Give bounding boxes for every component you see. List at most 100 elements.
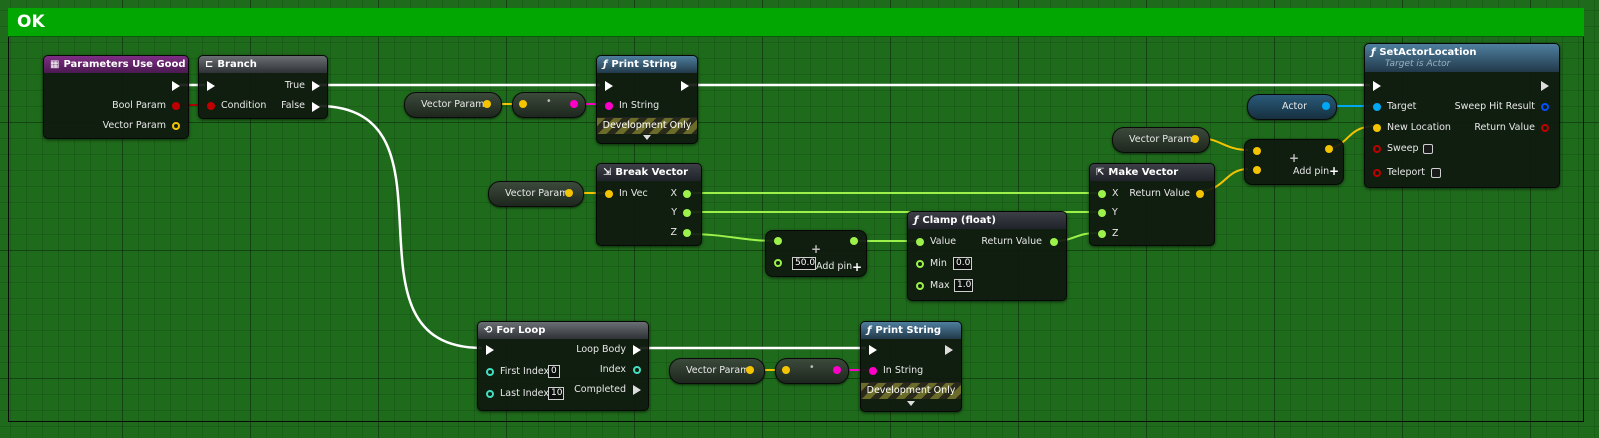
last-index-value[interactable]: 10 (548, 387, 564, 400)
event-node-parameters-use-good[interactable]: ▦ Parameters Use Good Bool Param Vector P… (43, 55, 189, 139)
vector-param-pin[interactable] (172, 122, 180, 130)
print-exec-in-pin[interactable] (605, 81, 613, 91)
make-z-pin[interactable] (1098, 230, 1106, 238)
add-vector-out-pin[interactable] (1325, 145, 1333, 153)
print-string-node[interactable]: ƒ Print String In String Development Only (596, 55, 698, 144)
vector-param-getter-label: Vector Param (421, 99, 485, 110)
teleport-pin[interactable] (1373, 169, 1381, 177)
completed-label: Completed (574, 384, 626, 395)
add-in-a-pin[interactable] (774, 237, 782, 245)
vector-param-out-pin[interactable] (1191, 135, 1199, 143)
make-x-pin[interactable] (1098, 190, 1106, 198)
add-pin-label[interactable]: Add pin (816, 261, 852, 273)
actor-variable-getter[interactable]: Actor (1247, 94, 1337, 120)
add-pin-plus-icon[interactable]: + (852, 261, 862, 273)
break-z-pin[interactable] (683, 229, 691, 237)
branch-false-pin[interactable] (312, 102, 320, 112)
new-location-pin[interactable] (1373, 124, 1381, 132)
break-vector-node[interactable]: ⇲ Break Vector In Vec X Y Z (596, 163, 702, 246)
print-in-string-pin[interactable] (869, 367, 877, 375)
set-actor-location-node[interactable]: ƒ SetActorLocation Target is Actor Target… (1364, 43, 1560, 188)
clamp-max-value[interactable]: 1.0 (954, 279, 973, 292)
clamp-min-pin[interactable] (916, 260, 924, 268)
vector-param-getter[interactable]: Vector Param (404, 92, 502, 118)
break-y-pin[interactable] (683, 209, 691, 217)
make-return-pin[interactable] (1196, 190, 1204, 198)
break-x-pin[interactable] (683, 190, 691, 198)
add-pin-label[interactable]: Add pin (1293, 166, 1329, 178)
clamp-value-pin[interactable] (916, 238, 924, 246)
loop-body-label: Loop Body (576, 344, 626, 355)
development-only-bar: Development Only (597, 117, 697, 134)
print-in-string-label: In String (883, 365, 924, 376)
clamp-max-pin[interactable] (916, 282, 924, 290)
conversion-out-pin[interactable] (570, 100, 578, 108)
print-exec-out-pin[interactable] (681, 81, 689, 91)
set-location-exec-out-pin[interactable] (1541, 81, 1549, 91)
vector-param-getter[interactable]: Vector Param (1112, 127, 1210, 153)
sweep-hit-result-pin[interactable] (1541, 103, 1549, 111)
vector-param-getter[interactable]: Vector Param (669, 358, 765, 384)
make-return-label: Return Value (1129, 188, 1190, 199)
add-out-pin[interactable] (850, 237, 858, 245)
first-index-value[interactable]: 0 (548, 365, 560, 378)
add-pin-plus-icon[interactable]: + (1329, 165, 1339, 177)
clamp-title: Clamp (float) (922, 215, 996, 226)
index-pin[interactable] (633, 366, 641, 374)
branch-true-pin[interactable] (312, 81, 320, 91)
add-in-b-pin[interactable] (774, 259, 782, 267)
make-vector-node[interactable]: ⇱ Make Vector X Return Value Y Z (1089, 163, 1215, 246)
for-loop-node[interactable]: ⟲ For Loop Loop Body First Index 0 Index … (477, 321, 649, 411)
vector-param-getter-label: Vector Param (1129, 134, 1193, 145)
print-string-node[interactable]: ƒ Print String In String Development Only (860, 321, 962, 412)
set-location-exec-in-pin[interactable] (1373, 81, 1381, 91)
print-exec-in-pin[interactable] (869, 345, 877, 355)
conversion-in-pin[interactable] (519, 100, 527, 108)
print-string-title: Print String (875, 325, 942, 336)
add-vector-node[interactable]: + Add pin + (1244, 139, 1344, 185)
clamp-max-label: Max (930, 280, 950, 291)
exec-out-pin[interactable] (172, 81, 180, 91)
branch-condition-pin[interactable] (207, 102, 215, 110)
teleport-checkbox[interactable] (1431, 168, 1441, 178)
vector-param-out-pin[interactable] (483, 100, 491, 108)
conversion-out-pin[interactable] (833, 366, 841, 374)
branch-node[interactable]: ⊏ Branch True Condition False (198, 55, 328, 119)
vector-param-getter[interactable]: Vector Param (488, 181, 584, 207)
vector-param-out-pin[interactable] (746, 366, 754, 374)
break-vector-title: Break Vector (615, 167, 689, 178)
add-vector-in-b-pin[interactable] (1253, 166, 1261, 174)
first-index-pin[interactable] (486, 368, 494, 376)
expand-arrow-icon[interactable] (907, 401, 915, 406)
make-y-pin[interactable] (1098, 209, 1106, 217)
clamp-min-value[interactable]: 0.0 (953, 257, 972, 270)
return-value-pin[interactable] (1541, 124, 1549, 132)
add-float-node[interactable]: + 50.0 Add pin + (765, 230, 867, 277)
bool-param-pin[interactable] (172, 102, 180, 110)
add-vector-in-a-pin[interactable] (1253, 147, 1261, 155)
conversion-in-pin[interactable] (782, 366, 790, 374)
actor-out-pin[interactable] (1322, 102, 1330, 110)
clamp-float-node[interactable]: ƒ Clamp (float) Value Return Value Min 0.… (907, 211, 1067, 301)
clamp-return-pin[interactable] (1050, 238, 1058, 246)
vector-param-out-pin[interactable] (565, 189, 573, 197)
print-string-title: Print String (611, 59, 678, 70)
expand-arrow-icon[interactable] (643, 135, 651, 140)
vector-to-string-conversion[interactable]: • (775, 358, 849, 384)
blueprint-graph-canvas[interactable]: OK ▦ Parameters Use Good Bool Param Vect… (0, 0, 1599, 438)
clamp-header: ƒ Clamp (float) (908, 212, 1066, 229)
vector-to-string-conversion[interactable]: • (512, 92, 586, 118)
branch-exec-in-pin[interactable] (207, 81, 215, 91)
break-in-vec-pin[interactable] (605, 190, 613, 198)
loop-body-pin[interactable] (633, 345, 641, 355)
print-in-string-pin[interactable] (605, 102, 613, 110)
for-loop-exec-in-pin[interactable] (486, 345, 494, 355)
last-index-pin[interactable] (486, 390, 494, 398)
add-in-b-value[interactable]: 50.0 (792, 257, 816, 270)
completed-pin[interactable] (633, 385, 641, 395)
sweep-hit-result-label: Sweep Hit Result (1454, 101, 1535, 112)
target-pin[interactable] (1373, 103, 1381, 111)
sweep-checkbox[interactable] (1423, 144, 1433, 154)
print-exec-out-pin[interactable] (945, 345, 953, 355)
sweep-pin[interactable] (1373, 145, 1381, 153)
